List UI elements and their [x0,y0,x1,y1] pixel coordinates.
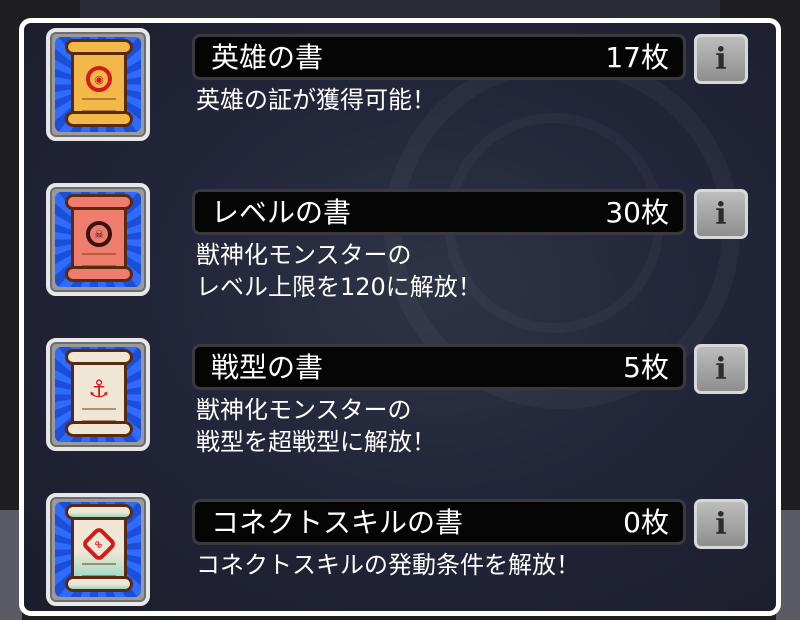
book-item-connect-skill[interactable]: ∞ コネクトスキルの書 0枚 i コネクトスキルの発動条件を解放！ [24,493,776,611]
scroll-icon: ⚓ [68,352,130,434]
book-title: 戦型の書 [211,351,324,384]
scroll-icon: ☠ [68,197,130,279]
info-button[interactable]: i [694,34,748,84]
book-item-level[interactable]: ☠ レベルの書 30枚 i 獣神化モンスターの レベル上限を120に解放！ [24,183,776,323]
book-description: 獣神化モンスターの レベル上限を120に解放！ [196,241,482,301]
title-bar: コネクトスキルの書 0枚 [192,499,686,545]
book-description: 獣神化モンスターの 戦型を超戦型に解放！ [196,396,436,456]
book-item-hero[interactable]: ◉ 英雄の書 17枚 i 英雄の証が獲得可能！ [24,28,776,168]
title-bar: 戦型の書 5枚 [192,344,686,390]
book-list-dialog: ◉ 英雄の書 17枚 i 英雄の証が獲得可能！ ☠ レベルの書 30枚 i 獣神… [19,18,781,616]
book-title: 英雄の書 [211,41,324,74]
book-description: コネクトスキルの発動条件を解放！ [196,551,580,579]
anchor-icon: ⚓ [88,375,110,403]
crest-icon: ◉ [86,66,112,92]
book-description: 英雄の証が獲得可能！ [196,86,436,114]
book-count: 5枚 [623,351,669,384]
connect-skill-book-icon: ∞ [46,493,150,606]
skull-icon: ☠ [86,221,112,247]
book-item-battle-type[interactable]: ⚓ 戦型の書 5枚 i 獣神化モンスターの 戦型を超戦型に解放！ [24,338,776,478]
title-bar: レベルの書 30枚 [192,189,686,235]
link-icon: ∞ [80,525,118,563]
hero-book-icon: ◉ [46,28,150,141]
title-bar: 英雄の書 17枚 [192,34,686,80]
level-book-icon: ☠ [46,183,150,296]
scroll-icon: ∞ [68,507,130,589]
battle-type-book-icon: ⚓ [46,338,150,451]
book-count: 0枚 [623,506,669,539]
book-count: 17枚 [605,41,669,74]
scroll-icon: ◉ [68,42,130,124]
info-button[interactable]: i [694,344,748,394]
book-count: 30枚 [605,196,669,229]
info-button[interactable]: i [694,189,748,239]
book-title: レベルの書 [211,196,352,229]
book-title: コネクトスキルの書 [211,506,464,539]
info-button[interactable]: i [694,499,748,549]
